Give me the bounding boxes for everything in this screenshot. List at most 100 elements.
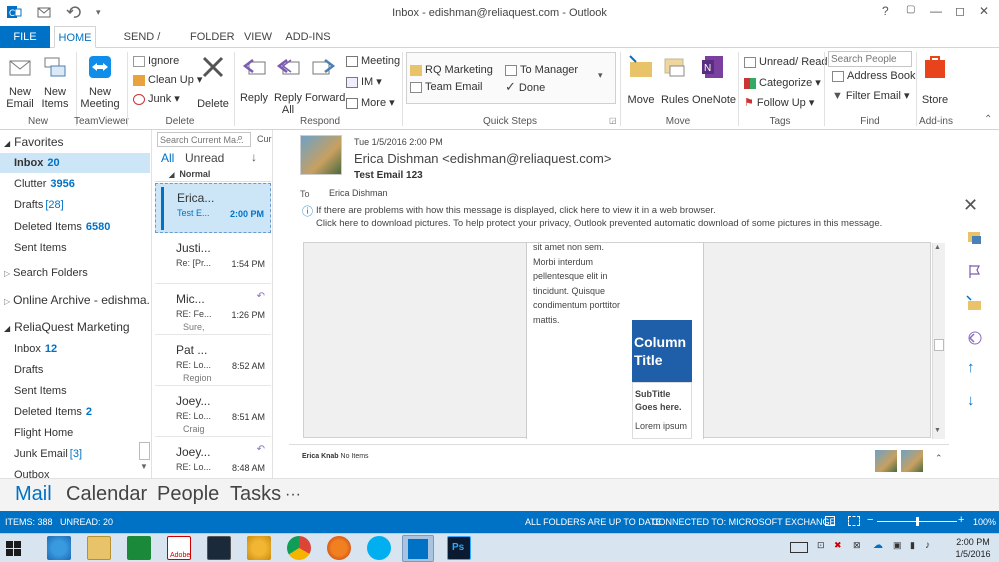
meeting-button[interactable]: Meeting	[346, 53, 400, 69]
network-icon[interactable]: ▮	[910, 540, 915, 551]
categorize-button[interactable]: Categorize ▾	[744, 75, 821, 91]
tab-folder[interactable]: FOLDER	[190, 26, 235, 48]
store-button[interactable]: Store	[920, 54, 950, 106]
nav-item-rq-junk-email[interactable]: Junk Email [3]	[0, 444, 150, 464]
group-header-normal[interactable]: ◢ Normal	[155, 168, 271, 182]
nav-item-rq-sent-items[interactable]: Sent Items	[0, 381, 150, 401]
to-recipient[interactable]: Erica Dishman	[329, 188, 388, 198]
next-item-icon[interactable]: ↓	[967, 392, 975, 409]
contact-avatar[interactable]	[875, 450, 897, 472]
clock-time[interactable]: 2:00 PM	[953, 537, 993, 547]
tab-add-ins[interactable]: ADD-INS	[284, 26, 332, 48]
reliaquest-header[interactable]: ◢ ReliaQuest Marketing	[0, 317, 150, 337]
filter-unread[interactable]: Unread	[185, 151, 224, 165]
normal-view-icon[interactable]	[825, 516, 835, 526]
scrollbar-thumb[interactable]	[934, 339, 944, 351]
nav-item-sent-items[interactable]: Sent Items	[0, 238, 150, 258]
filter-email-button[interactable]: ▼ Filter Email ▾	[832, 88, 909, 104]
tray-icon[interactable]: ⊠	[853, 540, 861, 551]
sender-avatar[interactable]	[300, 135, 342, 175]
internet-explorer-icon[interactable]	[47, 536, 71, 560]
sort-direction-icon[interactable]: ↓	[251, 150, 257, 164]
forward-button[interactable]: Forward	[305, 54, 345, 104]
mail-item[interactable]: Erica... Test E... 2:00 PM	[155, 183, 271, 233]
tray-alert-icon[interactable]: ✖	[834, 540, 842, 551]
volume-icon[interactable]: ♪	[925, 540, 930, 551]
mail-item[interactable]: Mic... ↶ RE: Fe... 1:26 PM Sure,	[155, 285, 271, 335]
nav-item-inbox[interactable]: Inbox 20	[0, 153, 150, 173]
favorites-header[interactable]: ◢ Favorites	[0, 132, 150, 152]
nav-item-clutter[interactable]: Clutter 3956	[0, 174, 150, 194]
tab-file[interactable]: FILE	[0, 26, 50, 48]
delete-icon[interactable]: ✕	[963, 195, 978, 216]
tab-view[interactable]: VIEW	[240, 26, 276, 48]
tab-home[interactable]: HOME	[54, 26, 96, 48]
nav-item-deleted-items[interactable]: Deleted Items 6580	[0, 217, 150, 237]
file-explorer-icon[interactable]	[87, 536, 111, 560]
delete-button[interactable]: Delete	[196, 54, 230, 110]
reading-view-icon[interactable]	[848, 516, 860, 526]
collapse-ribbon-icon[interactable]: ⌃	[984, 114, 992, 125]
clock-date[interactable]: 1/5/2016	[953, 549, 993, 559]
zoom-out-icon[interactable]: −	[867, 514, 873, 526]
nav-item-rq-inbox[interactable]: Inbox 12	[0, 339, 150, 359]
tray-icon[interactable]: ▣	[893, 540, 902, 551]
quickstep-team-email[interactable]: Team Email	[410, 79, 482, 95]
address-book-button[interactable]: Address Book	[832, 68, 915, 84]
move-button[interactable]: Move	[624, 54, 658, 106]
ribbon-display-button[interactable]: ▢	[906, 4, 915, 15]
scroll-down-icon[interactable]: ▼	[140, 462, 148, 471]
expand-people-icon[interactable]: ⌃	[935, 453, 943, 464]
mail-item[interactable]: Joey... RE: Lo... 8:51 AM Craig	[155, 387, 271, 437]
mail-item[interactable]: Justi... Re: [Pr... 1:54 PM	[155, 234, 271, 284]
info-bar[interactable]: If there are problems with how this mess…	[316, 205, 956, 229]
outlook-taskbar-button[interactable]	[402, 535, 434, 562]
flag-icon[interactable]	[966, 263, 982, 279]
quickstep-rq-marketing[interactable]: RQ Marketing	[410, 62, 493, 78]
nav-scrollbar-thumb[interactable]	[139, 442, 150, 460]
reply-icon[interactable]	[966, 329, 982, 345]
store-app-icon[interactable]	[127, 536, 151, 560]
maximize-button[interactable]: ◻	[955, 4, 965, 18]
quickstep-to-manager[interactable]: To Manager	[505, 62, 578, 78]
reply-all-button[interactable]: Reply All	[272, 54, 304, 116]
headphones-icon[interactable]	[247, 536, 271, 560]
new-items-button[interactable]: New Items	[38, 54, 72, 110]
rules-button[interactable]: Rules	[660, 54, 690, 106]
message-sender[interactable]: Erica Dishman <edishman@reliaquest.com>	[354, 151, 611, 166]
move-folder-icon[interactable]	[966, 295, 982, 311]
quickstep-done[interactable]: ✓ Done	[505, 79, 545, 95]
nav-more[interactable]: ···	[285, 486, 301, 504]
mail-item[interactable]: Joey... ↶ RE: Lo... 8:48 AM ...	[155, 438, 271, 478]
mail-item[interactable]: Pat ... RE: Lo... 8:52 AM Region	[155, 336, 271, 386]
photoshop-icon[interactable]: Ps	[447, 536, 471, 560]
keyboard-icon[interactable]	[790, 542, 808, 553]
zoom-slider-thumb[interactable]	[916, 517, 919, 526]
nav-item-rq-outbox[interactable]: Outbox	[0, 465, 150, 478]
scroll-up-icon[interactable]: ▲	[934, 244, 941, 251]
firefox-icon[interactable]	[327, 536, 351, 560]
quick-steps-expand-icon[interactable]: ▾	[598, 70, 603, 81]
search-icon[interactable]: ⌕	[237, 132, 243, 145]
dialog-launcher-icon[interactable]: ◲	[609, 116, 617, 125]
onedrive-icon[interactable]: ☁	[873, 540, 883, 551]
nav-item-rq-drafts[interactable]: Drafts	[0, 360, 150, 380]
search-folders-header[interactable]: ▷ Search Folders	[0, 263, 150, 283]
close-button[interactable]: ✕	[979, 4, 989, 18]
nav-item-rq-deleted-items[interactable]: Deleted Items 2	[0, 402, 150, 422]
im-button[interactable]: IM ▾	[346, 74, 382, 90]
ignore-button[interactable]: Ignore	[133, 53, 179, 69]
reply-button[interactable]: Reply	[238, 54, 270, 104]
tab-send-receive[interactable]: SEND / RECEIVE	[104, 26, 180, 65]
unread-read-button[interactable]: Unread/ Read	[744, 54, 828, 70]
clean-up-button[interactable]: Clean Up ▾	[133, 72, 202, 88]
onenote-button[interactable]: N OneNote	[692, 54, 736, 106]
previous-item-icon[interactable]: ↑	[967, 359, 975, 376]
contact-avatar[interactable]	[901, 450, 923, 472]
tray-icon[interactable]: ⊡	[817, 540, 825, 551]
nav-item-rq-flight-home[interactable]: Flight Home	[0, 423, 150, 443]
scroll-down-icon[interactable]: ▼	[934, 427, 941, 434]
nav-tasks[interactable]: Tasks	[230, 483, 281, 506]
follow-up-button[interactable]: ⚑ Follow Up ▾	[744, 95, 814, 111]
online-archive-header[interactable]: ▷ Online Archive - edishma...	[0, 290, 150, 310]
